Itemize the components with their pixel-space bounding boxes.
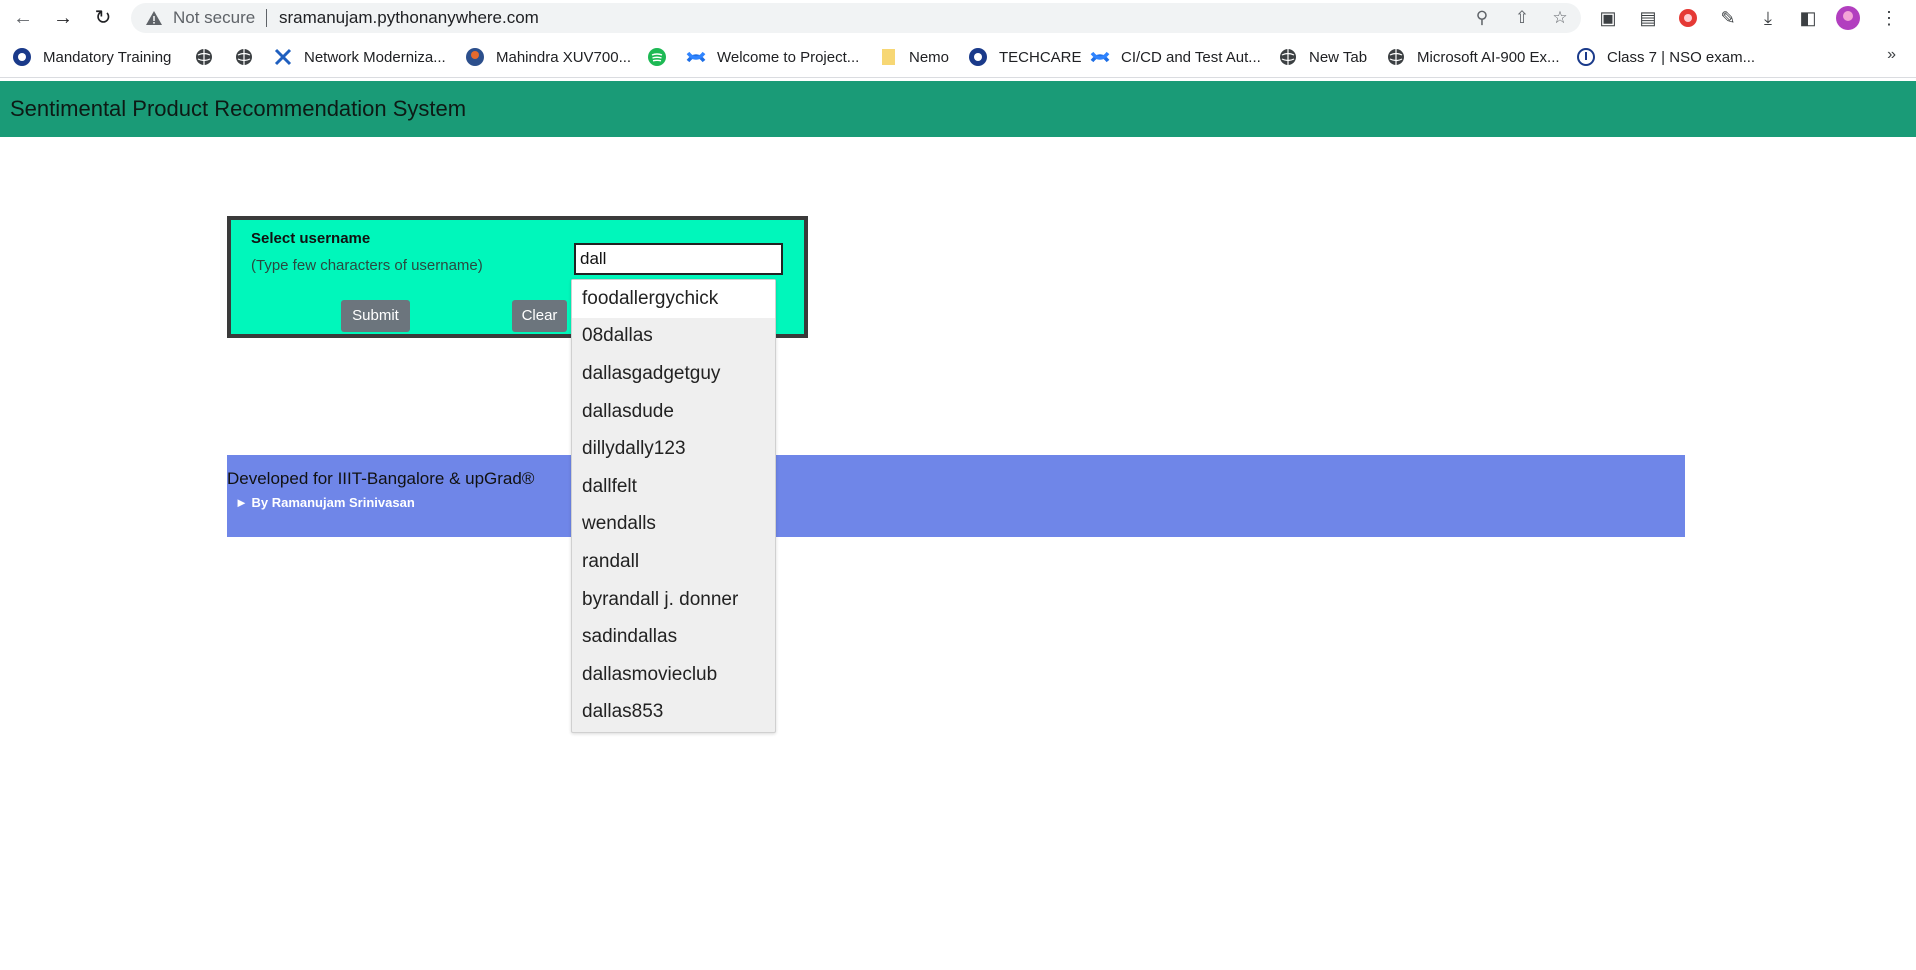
bookmark-globe-2[interactable] [234,36,265,78]
forward-icon[interactable]: → [50,5,76,31]
footer-author[interactable]: ► By Ramanujam Srinivasan [235,495,415,510]
download-icon[interactable]: ⤓ [1755,5,1781,31]
autocomplete-option[interactable]: dallasmovieclub [582,660,717,690]
bookmark-globe-1[interactable] [194,36,225,78]
bookmark-welcome-to-project[interactable]: Welcome to Project... [686,36,859,78]
autocomplete-option[interactable]: byrandall j. donner [582,585,738,615]
footer-credit: Developed for IIIT-Bangalore & upGrad® [227,469,535,488]
bookmark-label: Mandatory Training [43,48,172,66]
autocomplete-option[interactable]: dallfelt [582,472,637,502]
confluence-icon [1090,51,1110,63]
x-logo-icon [274,48,292,66]
spotify-icon [648,48,666,66]
address-bar[interactable]: Not secure sramanujam.pythonanywhere.com… [131,3,1581,33]
security-label[interactable]: Not secure [173,3,255,33]
browser-toolbar: ← → ↻ Not secure sramanujam.pythonanywhe… [0,0,1916,36]
autocomplete-dropdown: foodallergychick 08dallas dallasgadgetgu… [571,279,776,733]
bookmark-label: Network Moderniza... [304,48,446,66]
bookmark-label: CI/CD and Test Aut... [1121,48,1261,66]
puzzle-extensions-icon[interactable]: ✎ [1715,5,1741,31]
globe-icon [196,49,212,65]
bookmark-techcare[interactable]: TECHCARE [968,36,1082,78]
autocomplete-option[interactable]: wendalls [582,509,656,539]
extension-icon[interactable]: ▣ [1595,5,1621,31]
app-header: Sentimental Product Recommendation Syste… [0,81,1916,137]
url-text[interactable]: sramanujam.pythonanywhere.com [279,3,539,33]
warning-icon[interactable] [145,9,163,27]
circle-logo-icon [13,48,31,66]
address-divider [266,9,267,27]
profile-avatar-icon[interactable] [1835,5,1861,31]
bookmark-mahindra[interactable]: Mahindra XUV700... [465,36,631,78]
autocomplete-option[interactable]: dallas853 [582,697,663,727]
autocomplete-option[interactable]: 08dallas [582,321,653,351]
username-input[interactable] [574,243,783,275]
autocomplete-option[interactable]: foodallergychick [582,284,718,314]
bookmark-spotify[interactable] [647,36,678,78]
circle-logo-icon [969,48,987,66]
confluence-icon [686,51,706,63]
bookmark-microsoft-ai-900[interactable]: Microsoft AI-900 Ex... [1386,36,1560,78]
back-icon[interactable]: ← [10,5,36,31]
bookmarks-bar: Mandatory Training Network Moderniza... … [0,36,1916,78]
side-panel-icon[interactable]: ◧ [1795,5,1821,31]
bookmark-label: Microsoft AI-900 Ex... [1417,48,1560,66]
username-hint: (Type few characters of username) [251,257,483,274]
bookmark-new-tab[interactable]: New Tab [1278,36,1367,78]
bookmark-class-7-nso[interactable]: Class 7 | NSO exam... [1576,36,1755,78]
bookmark-label: Class 7 | NSO exam... [1607,48,1756,66]
autocomplete-option[interactable]: sadindallas [582,622,677,652]
bookmark-star-icon[interactable]: ☆ [1549,7,1571,29]
autocomplete-option[interactable]: dillydally123 [582,434,686,464]
autocomplete-option[interactable]: dallasdude [582,397,674,427]
clear-button[interactable]: Clear [512,300,567,332]
brand-logo-icon [466,48,484,66]
footer: Developed for IIIT-Bangalore & upGrad® ►… [227,455,1685,537]
zoom-icon[interactable]: ⚲ [1471,7,1493,29]
bookmark-nemo[interactable]: Nemo [878,36,949,78]
autocomplete-option[interactable]: randall [582,547,639,577]
share-icon[interactable]: ⇧ [1511,7,1533,29]
submit-button[interactable]: Submit [341,300,410,332]
bookmark-label: Welcome to Project... [717,48,860,66]
bookmark-label: Mahindra XUV700... [496,48,632,66]
reload-icon[interactable]: ↻ [90,5,116,31]
info-circle-icon [1577,48,1595,66]
bookmark-label: New Tab [1309,48,1368,66]
globe-icon [236,49,252,65]
menu-kebab-icon[interactable]: ⋮ [1876,5,1902,31]
note-icon [882,49,895,65]
record-extension-icon[interactable] [1675,5,1701,31]
bookmark-ci-cd[interactable]: CI/CD and Test Aut... [1090,36,1261,78]
bookmark-mandatory-training[interactable]: Mandatory Training [12,36,171,78]
globe-icon [1388,49,1404,65]
page-title: Sentimental Product Recommendation Syste… [10,96,467,121]
autocomplete-option[interactable]: dallasgadgetguy [582,359,720,389]
bookmark-label: Nemo [909,48,950,66]
bookmarks-overflow-button[interactable]: » [1887,46,1896,64]
clipboard-icon[interactable]: ▤ [1635,5,1661,31]
globe-icon [1280,49,1296,65]
bookmark-network-modernization[interactable]: Network Moderniza... [273,36,446,78]
select-username-label: Select username [251,230,371,247]
bookmark-label: TECHCARE [999,48,1082,66]
